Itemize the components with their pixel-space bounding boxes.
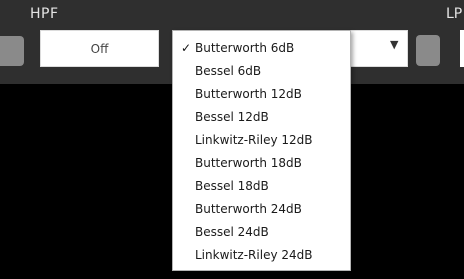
menu-item-label: Bessel 18dB xyxy=(195,179,269,193)
checkmark-icon: ✓ xyxy=(181,41,192,55)
filter-type-dropdown-menu: ✓ Butterworth 6dB Bessel 6dB Butterworth… xyxy=(172,30,351,271)
menu-item-label: Linkwitz-Riley 12dB xyxy=(195,133,313,147)
menu-item-label: Bessel 24dB xyxy=(195,225,269,239)
menu-item-linkwitz-riley-12db[interactable]: Linkwitz-Riley 12dB xyxy=(173,129,350,152)
lpf-frequency-field[interactable] xyxy=(460,30,464,67)
menu-item-butterworth-24db[interactable]: Butterworth 24dB xyxy=(173,198,350,221)
hpf-label: HPF xyxy=(30,6,59,22)
menu-item-bessel-6db[interactable]: Bessel 6dB xyxy=(173,60,350,83)
menu-item-label: Butterworth 6dB xyxy=(195,41,295,55)
menu-item-label: Butterworth 12dB xyxy=(195,87,302,101)
hpf-frequency-field[interactable]: Off xyxy=(40,30,159,67)
lpf-enable-toggle[interactable] xyxy=(416,35,440,66)
menu-item-bessel-18db[interactable]: Bessel 18dB xyxy=(173,175,350,198)
menu-item-butterworth-12db[interactable]: Butterworth 12dB xyxy=(173,83,350,106)
chevron-down-icon[interactable]: ▼ xyxy=(390,39,398,50)
hpf-frequency-value: Off xyxy=(90,41,109,56)
menu-item-label: Bessel 6dB xyxy=(195,64,262,78)
menu-item-bessel-12db[interactable]: Bessel 12dB xyxy=(173,106,350,129)
menu-item-bessel-24db[interactable]: Bessel 24dB xyxy=(173,221,350,244)
menu-item-label: Butterworth 24dB xyxy=(195,202,302,216)
menu-item-linkwitz-riley-24db[interactable]: Linkwitz-Riley 24dB xyxy=(173,244,350,267)
hpf-enable-toggle[interactable] xyxy=(0,36,24,66)
menu-item-label: Butterworth 18dB xyxy=(195,156,302,170)
menu-item-label: Bessel 12dB xyxy=(195,110,269,124)
lpf-label: LP xyxy=(446,6,463,22)
menu-item-butterworth-6db[interactable]: ✓ Butterworth 6dB xyxy=(173,37,350,60)
menu-item-label: Linkwitz-Riley 24dB xyxy=(195,248,313,262)
menu-item-butterworth-18db[interactable]: Butterworth 18dB xyxy=(173,152,350,175)
